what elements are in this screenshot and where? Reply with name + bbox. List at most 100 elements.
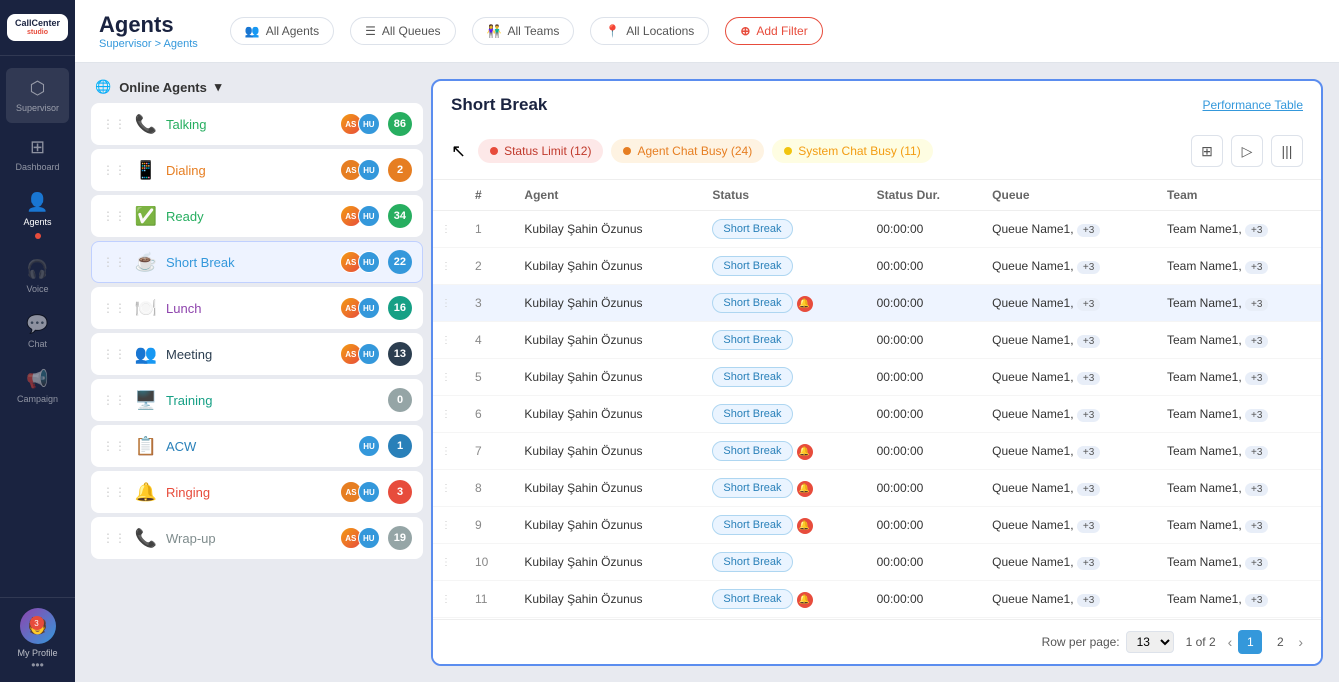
drag-handle-meeting[interactable]: ⋮⋮	[102, 347, 126, 361]
row-agent: Kubilay Şahin Özunus	[512, 507, 700, 544]
status-badge: Short Break	[712, 441, 792, 461]
row-status: Short Break🔔	[700, 507, 864, 544]
send-button[interactable]: ▷	[1231, 135, 1263, 167]
row-number: 9	[463, 507, 512, 544]
status-item-talking[interactable]: ⋮⋮ 📞 Talking AS HU 86	[91, 103, 423, 145]
status-badge: Short Break	[712, 589, 792, 609]
status-item-ringing[interactable]: ⋮⋮ 🔔 Ringing AS HU 3	[91, 471, 423, 513]
next-page-arrow[interactable]: ›	[1298, 634, 1303, 650]
drag-handle-short-break[interactable]: ⋮⋮	[102, 255, 126, 269]
status-item-short-break[interactable]: ⋮⋮ ☕ Short Break AS HU 22	[91, 241, 423, 283]
export-button[interactable]: ⊞	[1191, 135, 1223, 167]
drag-handle-wrap-up[interactable]: ⋮⋮	[102, 531, 126, 545]
row-agent: Kubilay Şahin Özunus	[512, 544, 700, 581]
cursor-icon[interactable]: ↖	[451, 141, 466, 162]
nav-item-campaign[interactable]: 📢 Campaign	[0, 359, 75, 414]
agents-label: Agents	[23, 217, 51, 227]
nav-item-supervisor[interactable]: ⬡ Supervisor	[6, 68, 69, 123]
filter-all-teams[interactable]: 👫 All Teams	[472, 17, 575, 45]
row-agent: Kubilay Şahin Özunus	[512, 581, 700, 618]
pagination: ‹ 1 2 ›	[1228, 630, 1303, 654]
row-duration: 00:00:00	[865, 581, 981, 618]
row-status: Short Break	[700, 211, 864, 248]
all-agents-icon: 👥	[245, 24, 260, 38]
row-drag: ⋮	[433, 507, 463, 544]
row-agent: Kubilay Şahin Özunus	[512, 211, 700, 248]
status-item-training[interactable]: ⋮⋮ 🖥️ Training 0	[91, 379, 423, 421]
performance-table-link[interactable]: Performance Table	[1203, 98, 1304, 112]
drag-handle-acw[interactable]: ⋮⋮	[102, 439, 126, 453]
row-duration: 00:00:00	[865, 433, 981, 470]
filter-all-agents[interactable]: 👥 All Agents	[230, 17, 334, 45]
ringing-name: Ringing	[166, 485, 332, 500]
table-header-row: # Agent Status Status Dur. Queue Team	[433, 180, 1321, 211]
meeting-avatars: AS HU	[340, 343, 380, 365]
add-filter-button[interactable]: ⊕ Add Filter	[725, 17, 822, 45]
row-number: 11	[463, 581, 512, 618]
status-item-wrap-up[interactable]: ⋮⋮ 📞 Wrap-up AS HU 19	[91, 517, 423, 559]
table-row: ⋮ 2 Kubilay Şahin Özunus Short Break 00:…	[433, 248, 1321, 285]
right-panel: Short Break Performance Table ↖ Status L…	[431, 79, 1323, 666]
nav-item-chat[interactable]: 💬 Chat	[0, 304, 75, 359]
breadcrumb: Supervisor > Agents	[99, 38, 198, 50]
table-row: ⋮ 7 Kubilay Şahin Özunus Short Break🔔 00…	[433, 433, 1321, 470]
drag-handle-talking[interactable]: ⋮⋮	[102, 117, 126, 131]
acw-name: ACW	[166, 439, 350, 454]
page-1-button[interactable]: 1	[1238, 630, 1262, 654]
wrap-up-icon: 📞	[134, 528, 158, 549]
page-2-button[interactable]: 2	[1268, 630, 1292, 654]
status-item-dialing[interactable]: ⋮⋮ 📱 Dialing AS HU 2	[91, 149, 423, 191]
filter-all-locations[interactable]: 📍 All Locations	[590, 17, 709, 45]
all-teams-label: All Teams	[508, 24, 560, 38]
nav-item-dashboard[interactable]: ⊞ Dashboard	[0, 127, 75, 182]
status-badge: Short Break	[712, 552, 792, 572]
drag-handle-ready[interactable]: ⋮⋮	[102, 209, 126, 223]
wrap-up-name: Wrap-up	[166, 531, 332, 546]
add-filter-label: Add Filter	[756, 24, 807, 38]
talking-count: 86	[388, 112, 412, 136]
columns-button[interactable]: |||	[1271, 135, 1303, 167]
filter-all-queues[interactable]: ☰ All Queues	[350, 17, 455, 45]
status-limit-filter[interactable]: Status Limit (12)	[478, 139, 603, 163]
row-queue: Queue Name1, +3	[980, 581, 1155, 618]
online-agents-chevron: ▾	[215, 79, 222, 95]
prev-page-arrow[interactable]: ‹	[1228, 634, 1233, 650]
ready-count: 34	[388, 204, 412, 228]
rows-per-page-select[interactable]: 13 25 50	[1126, 631, 1174, 653]
row-team: Team Name1, +3	[1155, 507, 1321, 544]
profile-area[interactable]: 🧑 3 My Profile •••	[0, 597, 75, 682]
table-row: ⋮ 6 Kubilay Şahin Özunus Short Break 00:…	[433, 396, 1321, 433]
drag-handle-training[interactable]: ⋮⋮	[102, 393, 126, 407]
short-break-name: Short Break	[166, 255, 332, 270]
status-item-meeting[interactable]: ⋮⋮ 👥 Meeting AS HU 13	[91, 333, 423, 375]
status-badge: Short Break	[712, 478, 792, 498]
profile-dots: •••	[31, 658, 44, 672]
row-drag: ⋮	[433, 359, 463, 396]
status-item-ready[interactable]: ⋮⋮ ✅ Ready AS HU 34	[91, 195, 423, 237]
drag-handle-ringing[interactable]: ⋮⋮	[102, 485, 126, 499]
avatar-sm: HU	[358, 205, 380, 227]
logo-area: CallCenter studio	[0, 0, 75, 56]
nav-item-voice[interactable]: 🎧 Voice	[0, 249, 75, 304]
drag-handle-lunch[interactable]: ⋮⋮	[102, 301, 126, 315]
drag-handle-dialing[interactable]: ⋮⋮	[102, 163, 126, 177]
dialing-avatars: AS HU	[340, 159, 380, 181]
row-agent: Kubilay Şahin Özunus	[512, 396, 700, 433]
dialing-count: 2	[388, 158, 412, 182]
agents-active-dot	[35, 233, 41, 239]
system-chat-busy-filter[interactable]: System Chat Busy (11)	[772, 139, 932, 163]
avatar-sm: HU	[358, 113, 380, 135]
row-number: 2	[463, 248, 512, 285]
lunch-name: Lunch	[166, 301, 332, 316]
agent-chat-busy-filter[interactable]: Agent Chat Busy (24)	[611, 139, 764, 163]
row-number: 6	[463, 396, 512, 433]
wrap-up-count: 19	[388, 526, 412, 550]
row-number: 8	[463, 470, 512, 507]
status-item-acw[interactable]: ⋮⋮ 📋 ACW HU 1	[91, 425, 423, 467]
row-team: Team Name1, +3	[1155, 470, 1321, 507]
acw-avatars: HU	[358, 435, 380, 457]
nav-item-agents[interactable]: 👤 Agents	[0, 182, 75, 249]
row-team: Team Name1, +3	[1155, 322, 1321, 359]
row-status: Short Break	[700, 248, 864, 285]
status-item-lunch[interactable]: ⋮⋮ 🍽️ Lunch AS HU 16	[91, 287, 423, 329]
